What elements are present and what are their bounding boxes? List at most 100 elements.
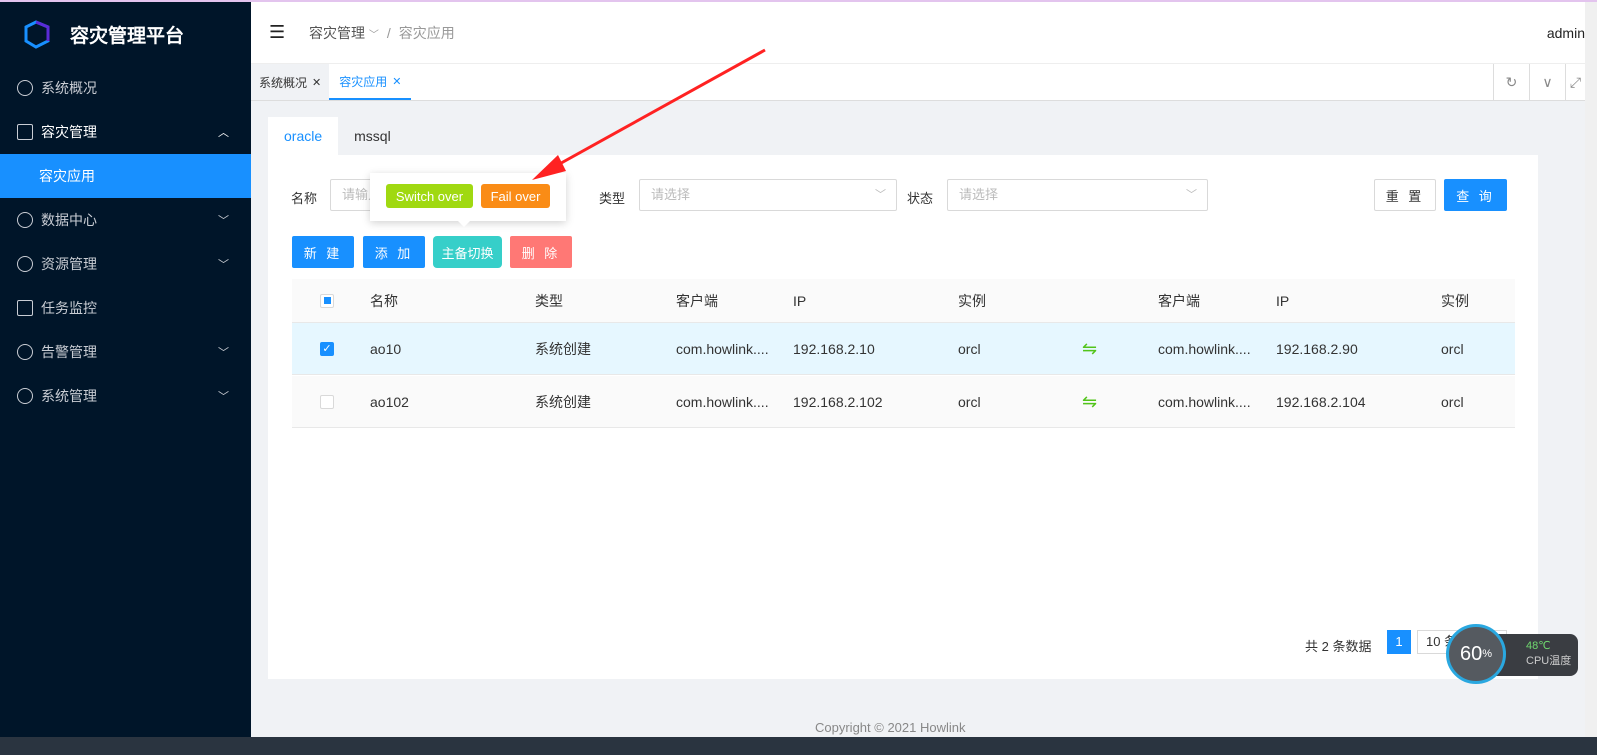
sidebar-item-system[interactable]: 系统管理 ﹀	[0, 374, 251, 418]
placeholder: 请选择	[959, 187, 999, 202]
copyright: Copyright © 2021 Howlink	[815, 720, 966, 735]
taskbar	[0, 737, 1597, 755]
content-card: 名称 请输入 类型 请选择 ﹀ 状态 请选择 ﹀ 重 置 查 询 新 建 添 加 主…	[268, 155, 1538, 679]
sidebar-item-alarms[interactable]: 告警管理 ﹀	[0, 330, 251, 374]
label: 系统概况	[259, 75, 308, 90]
col-client: 客户端	[676, 292, 718, 309]
tab-mssql[interactable]: mssql	[338, 117, 407, 155]
col-ip: IP	[793, 292, 807, 309]
cell: 系统创建	[535, 340, 591, 357]
chevron-up-icon: ︿	[218, 127, 229, 139]
select-all-checkbox[interactable]	[320, 293, 334, 308]
alarm-icon	[17, 344, 33, 360]
col-type: 类型	[535, 292, 563, 309]
cell: com.howlink....	[676, 393, 769, 410]
close-icon[interactable]: ✕	[312, 76, 321, 89]
add-button[interactable]: 添 加	[363, 236, 425, 268]
db-tabs: oracle mssql	[268, 117, 407, 155]
sidebar-item-overview[interactable]: 系统概况	[0, 66, 251, 110]
chevron-down-icon: ﹀	[875, 189, 886, 201]
row-name-link[interactable]: ao102	[370, 394, 409, 410]
box-icon	[17, 124, 33, 140]
cpu-usage: 60	[1459, 642, 1483, 665]
chevron-down-icon[interactable]: ∨	[1529, 64, 1565, 101]
breadcrumb-parent[interactable]: 容灾管理	[309, 25, 365, 41]
status-select[interactable]: 请选择 ﹀	[947, 179, 1208, 211]
close-icon[interactable]: ✕	[392, 75, 401, 88]
sidebar-item-resources[interactable]: 资源管理 ﹀	[0, 242, 251, 286]
monitor-icon	[17, 300, 33, 316]
sidebar-item-dr-application[interactable]: 容灾应用	[0, 154, 251, 198]
query-button[interactable]: 查 询	[1444, 179, 1507, 211]
switch-over-button[interactable]: Switch over	[386, 184, 473, 208]
layers-icon	[17, 256, 33, 272]
sync-arrows-icon: ⇋	[1082, 338, 1098, 358]
gear-icon	[17, 388, 33, 404]
separator: /	[386, 24, 391, 41]
col-client2: 客户端	[1158, 292, 1200, 309]
cell: 192.168.2.102	[793, 393, 883, 410]
sync-arrows-icon: ⇋	[1082, 391, 1098, 411]
cell: orcl	[1441, 393, 1464, 410]
label: 资源管理	[41, 256, 97, 272]
breadcrumb-current: 容灾应用	[398, 24, 455, 41]
cpu-unit: %	[1482, 648, 1493, 660]
label: 任务监控	[41, 300, 97, 316]
sidebar-item-data-center[interactable]: 数据中心 ﹀	[0, 198, 251, 242]
label: 系统概况	[41, 80, 97, 96]
cell: com.howlink....	[676, 340, 769, 357]
placeholder: 请选择	[651, 187, 691, 202]
chevron-down-icon: ﹀	[1186, 189, 1197, 201]
scrollbar[interactable]	[1585, 2, 1597, 737]
switch-button[interactable]: 主备切换	[433, 236, 502, 268]
app-title: 容灾管理平台	[70, 25, 185, 47]
page-tabs: 系统概况 ✕ 容灾应用 ✕ ↻ ∨ ⤢	[251, 64, 1585, 101]
sidebar: 容灾管理平台 系统概况 容灾管理 ︿ 容灾应用 数据中心 ﹀ 资源管理 ﹀ 任务监控 …	[0, 2, 251, 737]
cell: 192.168.2.10	[793, 340, 875, 357]
name-label: 名称	[291, 191, 318, 206]
label: 数据中心	[41, 212, 97, 228]
refresh-icon[interactable]: ↻	[1493, 64, 1529, 101]
cluster-icon	[17, 212, 33, 228]
cell: com.howlink....	[1158, 393, 1251, 410]
table-header: 名称 类型 客户端 IP 实例 客户端 IP 实例	[292, 279, 1515, 323]
label: 容灾应用	[39, 168, 95, 184]
row-checkbox[interactable]: ✓	[320, 341, 334, 356]
tab-oracle[interactable]: oracle	[268, 117, 339, 155]
cell: orcl	[958, 393, 981, 410]
fail-over-button[interactable]: Fail over	[481, 184, 550, 208]
annotation-arrow	[532, 48, 766, 180]
chevron-down-icon: ﹀	[368, 29, 379, 41]
cpu-temp-label: CPU温度	[1526, 655, 1572, 667]
chevron-down-icon: ﹀	[218, 215, 229, 227]
col-name: 名称	[370, 292, 398, 309]
sidebar-item-dr-management[interactable]: 容灾管理 ︿	[0, 110, 251, 154]
delete-button[interactable]: 删 除	[510, 236, 572, 268]
row-name-link[interactable]: ao10	[370, 341, 401, 357]
cell: orcl	[1441, 340, 1464, 357]
cell: com.howlink....	[1158, 340, 1251, 357]
col-instance2: 实例	[1441, 292, 1469, 309]
table-row[interactable]: ao102 系统创建 com.howlink.... 192.168.2.102…	[292, 376, 1515, 428]
label: 系统管理	[41, 388, 97, 404]
new-button[interactable]: 新 建	[292, 236, 354, 268]
chevron-down-icon: ﹀	[218, 347, 229, 359]
reset-button[interactable]: 重 置	[1374, 179, 1436, 211]
cell: orcl	[958, 340, 981, 357]
user-menu[interactable]: admin	[1547, 25, 1585, 41]
col-instance: 实例	[958, 292, 986, 309]
sidebar-item-task-monitor[interactable]: 任务监控	[0, 286, 251, 330]
page-1-button[interactable]: 1	[1387, 630, 1411, 654]
row-checkbox[interactable]	[320, 394, 334, 409]
tab-overview[interactable]: 系统概况 ✕	[251, 64, 330, 100]
status-label: 状态	[907, 191, 934, 206]
table-row[interactable]: ✓ ao10 系统创建 com.howlink.... 192.168.2.10…	[292, 323, 1515, 375]
dashboard-icon	[17, 80, 33, 96]
menu-fold-icon[interactable]: ☰	[269, 22, 309, 43]
fullscreen-icon[interactable]: ⤢	[1565, 64, 1585, 101]
col-ip2: IP	[1276, 292, 1290, 309]
tab-dr-application[interactable]: 容灾应用 ✕	[329, 64, 412, 100]
cell: 系统创建	[535, 393, 591, 410]
logo: 容灾管理平台	[0, 2, 251, 66]
header: ☰ 容灾管理 ﹀ / 容灾应用 admin	[251, 2, 1585, 64]
